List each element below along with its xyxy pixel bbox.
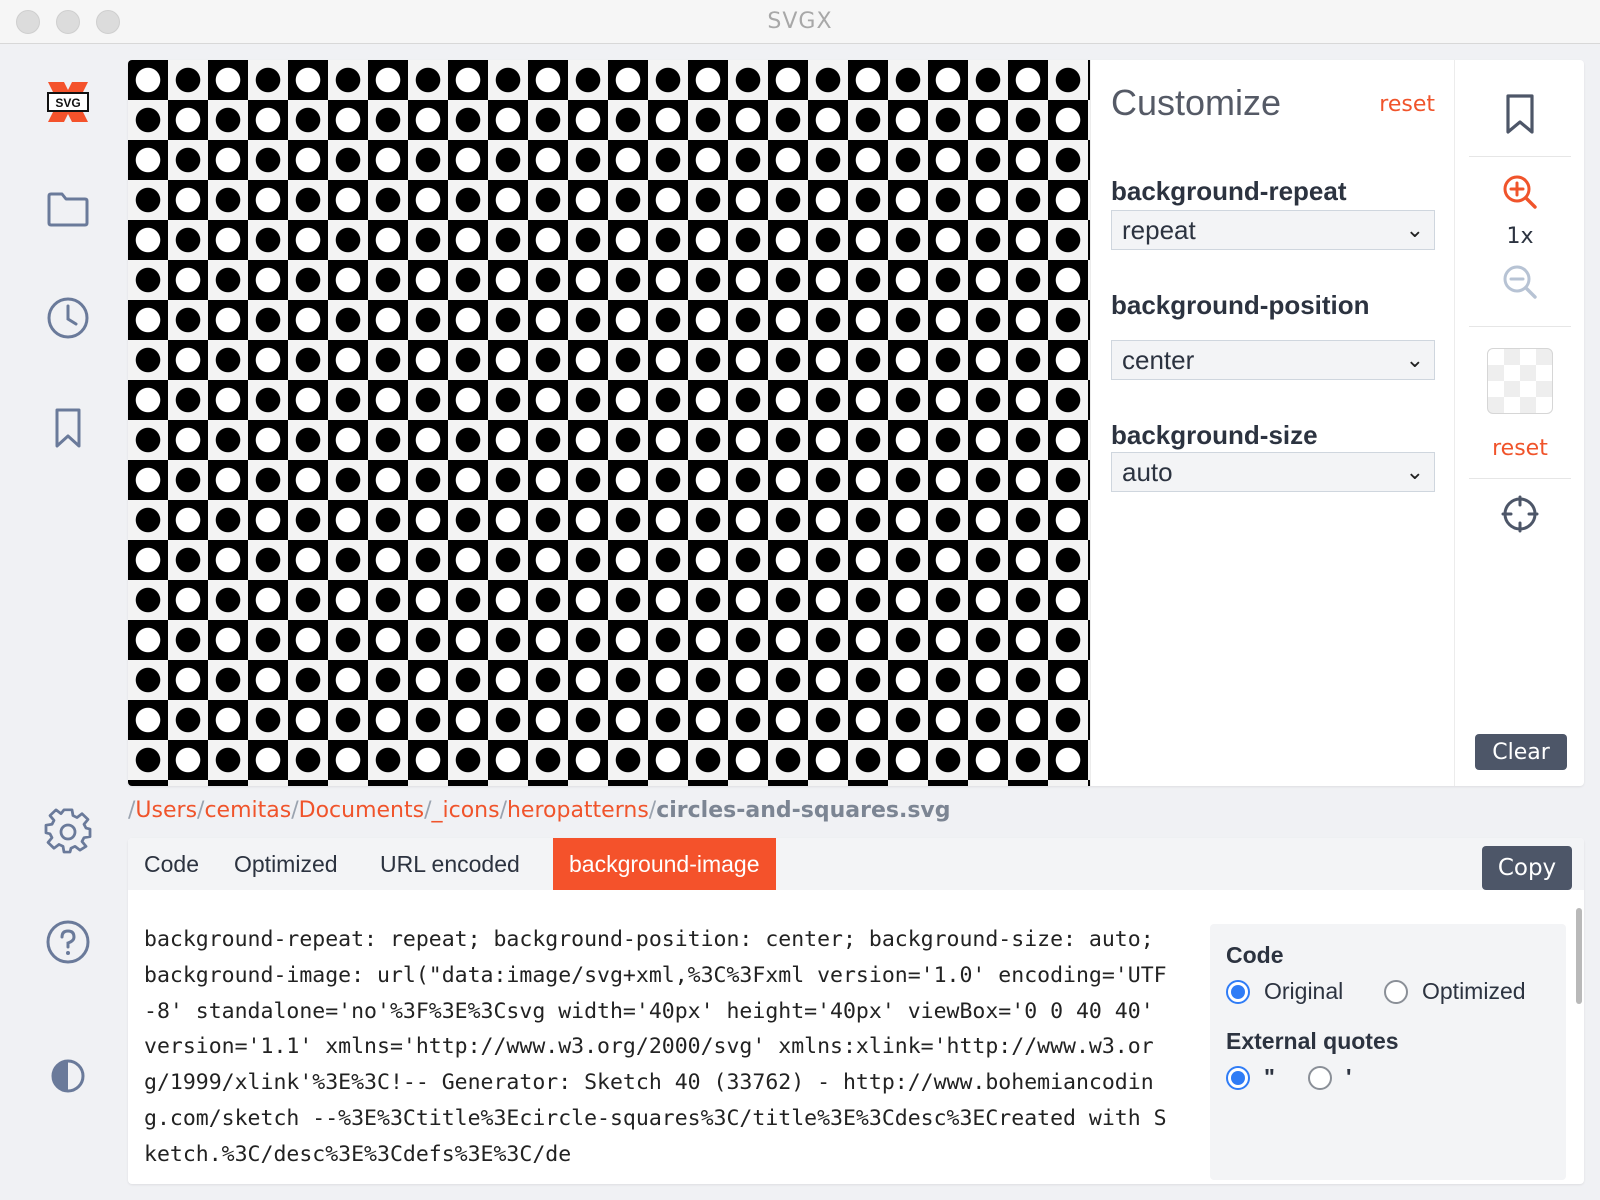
code-options-panel: Code Original Optimized External quotes … <box>1210 924 1566 1180</box>
clear-button[interactable]: Clear <box>1475 734 1567 770</box>
code-card: Code Optimized URL encoded background-im… <box>128 838 1584 1184</box>
zoom-in-icon <box>1503 175 1537 209</box>
radio-double-quote[interactable]: " <box>1226 1064 1275 1091</box>
sidebar-item-help[interactable] <box>40 914 96 970</box>
tab-background-image[interactable]: background-image <box>553 838 776 890</box>
background-repeat-select[interactable]: repeat ⌄ <box>1111 210 1435 250</box>
radio-button[interactable] <box>1226 979 1250 1004</box>
logo-text: SVG <box>55 96 80 110</box>
app-window: SVGX SVG Customize reset background-repe… <box>0 0 1600 1200</box>
divider <box>1469 326 1571 327</box>
radio-original-label: Original <box>1264 978 1344 1004</box>
customize-reset-link[interactable]: reset <box>1379 92 1435 117</box>
path-segment[interactable]: Users <box>135 798 197 823</box>
path-segment[interactable]: heropatterns <box>507 798 649 823</box>
radio-optimized-label: Optimized <box>1422 978 1526 1004</box>
background-size-label: background-size <box>1111 420 1318 450</box>
customize-panel: Customize reset background-repeat repeat… <box>1090 60 1455 786</box>
radio-button[interactable] <box>1308 1065 1332 1090</box>
title-bar: SVGX <box>0 0 1600 44</box>
copy-button[interactable]: Copy <box>1482 846 1572 890</box>
code-option-label: Code <box>1226 942 1284 968</box>
path-segment[interactable]: cemitas <box>204 798 291 823</box>
folder-icon <box>47 192 89 227</box>
crosshair-icon <box>1501 495 1539 533</box>
background-repeat-label: background-repeat <box>1111 176 1347 206</box>
radio-button[interactable] <box>1384 979 1408 1004</box>
help-icon <box>46 920 90 964</box>
sidebar: SVG <box>0 44 128 1200</box>
sidebar-item-folder[interactable] <box>40 180 96 236</box>
contrast-icon <box>51 1059 85 1093</box>
clock-icon <box>47 297 89 339</box>
sidebar-item-theme[interactable] <box>40 1048 96 1104</box>
svgx-logo[interactable]: SVG <box>40 74 96 130</box>
tab-code[interactable]: Code <box>128 838 215 890</box>
divider <box>1469 156 1571 157</box>
radio-original[interactable]: Original <box>1226 978 1343 1005</box>
quotes-option-label: External quotes <box>1226 1028 1399 1054</box>
bookmark-toggle-button[interactable] <box>1498 92 1542 136</box>
code-tab-bar: Code Optimized URL encoded background-im… <box>128 838 1584 890</box>
background-position-value: center <box>1122 344 1195 375</box>
radio-single-quote-label: ' <box>1346 1064 1352 1090</box>
zoom-out-button[interactable] <box>1498 260 1542 304</box>
customize-title: Customize <box>1111 82 1282 123</box>
chevron-down-icon: ⌄ <box>1405 459 1424 484</box>
tab-optimized[interactable]: Optimized <box>218 838 354 890</box>
background-size-select[interactable]: auto ⌄ <box>1111 452 1435 492</box>
divider <box>1469 478 1571 479</box>
window-title: SVGX <box>767 9 833 34</box>
background-reset-link[interactable]: reset <box>1455 436 1584 461</box>
file-path-breadcrumb: /Users/cemitas/Documents/_icons/heropatt… <box>128 798 951 823</box>
radio-double-quote-label: " <box>1264 1064 1275 1090</box>
radio-single-quote[interactable]: ' <box>1308 1064 1351 1091</box>
tab-url-encoded[interactable]: URL encoded <box>364 838 536 890</box>
zoom-in-button[interactable] <box>1498 170 1542 214</box>
gear-icon <box>44 808 92 854</box>
tools-panel: 1x reset Clear <box>1454 60 1584 786</box>
background-position-select[interactable]: center ⌄ <box>1111 340 1435 380</box>
center-button[interactable] <box>1498 492 1542 536</box>
chevron-down-icon: ⌄ <box>1405 347 1424 372</box>
sidebar-item-bookmarks[interactable] <box>40 400 96 456</box>
bookmark-icon <box>55 408 81 448</box>
code-output[interactable]: background-repeat: repeat; background-po… <box>144 922 1174 1184</box>
background-size-value: auto <box>1122 456 1173 487</box>
radio-optimized[interactable]: Optimized <box>1384 978 1526 1005</box>
chevron-down-icon: ⌄ <box>1405 217 1424 242</box>
path-segment[interactable]: _icons <box>431 798 499 823</box>
svgx-logo-icon: SVG <box>47 82 89 122</box>
file-name: circles-and-squares.svg <box>656 798 951 823</box>
code-scrollbar[interactable] <box>1576 908 1582 1004</box>
background-position-label: background-position <box>1111 290 1370 320</box>
zoom-level: 1x <box>1506 224 1534 249</box>
bookmark-icon <box>1506 94 1534 134</box>
sidebar-item-history[interactable] <box>40 290 96 346</box>
background-color-swatch[interactable] <box>1487 348 1553 414</box>
path-segment[interactable]: Documents <box>299 798 424 823</box>
sidebar-item-settings[interactable] <box>40 804 96 860</box>
background-repeat-value: repeat <box>1122 214 1196 245</box>
radio-button[interactable] <box>1226 1065 1250 1090</box>
zoom-out-icon <box>1503 265 1537 299</box>
pattern-preview <box>128 60 1090 786</box>
preview-card: Customize reset background-repeat repeat… <box>128 60 1584 786</box>
